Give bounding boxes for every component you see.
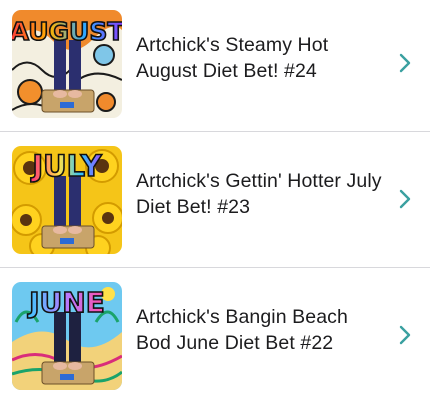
- item-title: Artchick's Steamy Hot August Diet Bet! #…: [136, 34, 329, 82]
- svg-text:JUNE: JUNE: [27, 286, 105, 319]
- game-thumbnail: JUNE: [12, 282, 122, 390]
- list-item[interactable]: AUGUST Artchick's Steamy Hot August Diet…: [0, 0, 430, 132]
- game-thumbnail: AUGUST: [12, 10, 122, 118]
- game-thumbnail: JULY: [12, 146, 122, 254]
- chevron-right-icon: [398, 52, 412, 74]
- item-title: Artchick's Gettin' Hotter July Diet Bet!…: [136, 170, 382, 218]
- list-item[interactable]: JULY Artchick's Gettin' Hotter July Diet…: [0, 132, 430, 268]
- svg-text:AUGUST: AUGUST: [12, 17, 122, 46]
- diet-bet-list: AUGUST Artchick's Steamy Hot August Diet…: [0, 0, 430, 400]
- chevron-right-icon: [398, 188, 412, 210]
- chevron-right-icon: [398, 324, 412, 346]
- item-title: Artchick's Bangin Beach Bod June Diet Be…: [136, 306, 348, 354]
- svg-text:JULY: JULY: [30, 149, 102, 183]
- list-item[interactable]: JUNE Artchick's Bangin Beach Bod June Di…: [0, 268, 430, 404]
